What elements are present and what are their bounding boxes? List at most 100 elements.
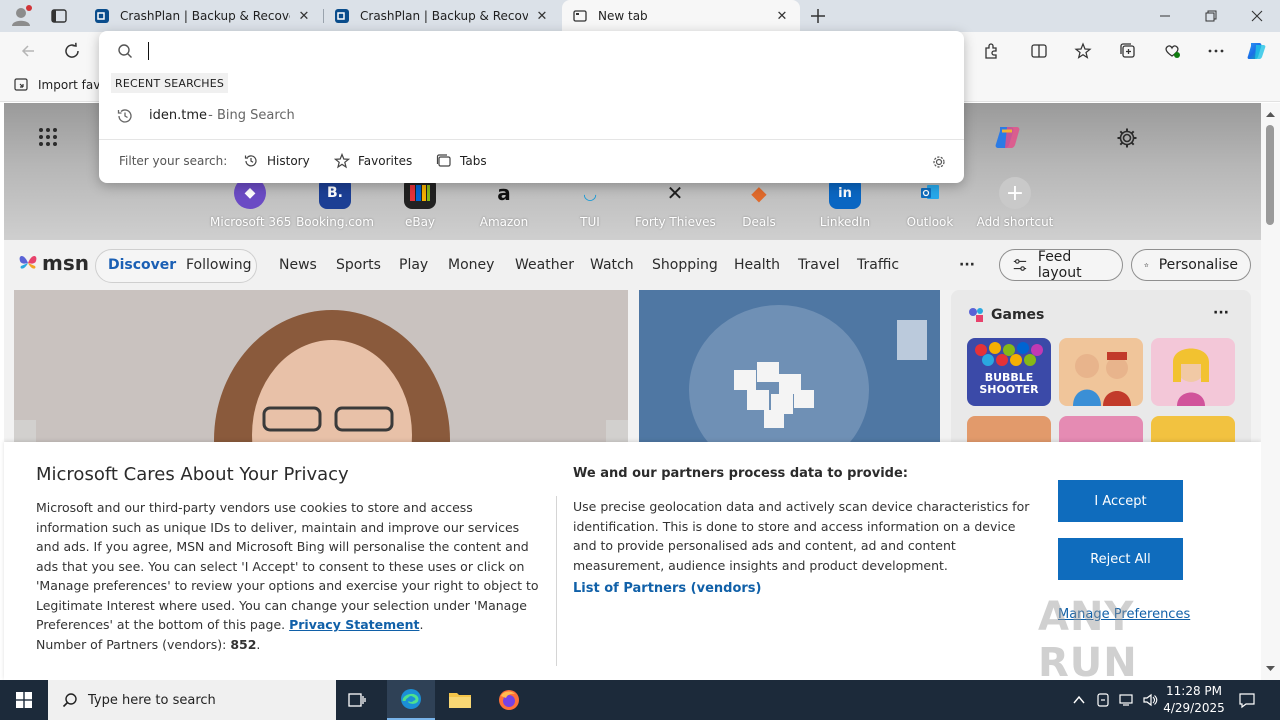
- address-input[interactable]: [147, 39, 927, 63]
- shortcut-microsoft-365[interactable]: ◆ Microsoft 365: [210, 177, 291, 229]
- tray-overflow-chevron-icon[interactable]: [1072, 693, 1086, 707]
- shortcut-tui[interactable]: ◡ TUI: [550, 177, 630, 230]
- tab-strip: CrashPlan | Backup & Recovery S ✕ CrashP…: [0, 0, 1280, 32]
- shortcut-booking[interactable]: B. Booking.com: [295, 177, 375, 229]
- collections-icon[interactable]: [1114, 37, 1142, 65]
- settings-more-icon[interactable]: [1202, 37, 1230, 65]
- nav-travel[interactable]: Travel: [798, 257, 840, 273]
- profile-avatar[interactable]: [8, 4, 34, 28]
- filter-label: Filter your search:: [119, 154, 228, 168]
- copilot-icon[interactable]: [1243, 37, 1271, 65]
- search-settings-gear-icon[interactable]: [931, 154, 947, 170]
- tab-discover[interactable]: Discover: [108, 257, 176, 273]
- accept-button[interactable]: I Accept: [1058, 480, 1183, 522]
- nav-traffic[interactable]: Traffic: [857, 257, 899, 273]
- tab-new-tab[interactable]: New tab ✕: [562, 0, 800, 32]
- filter-favorites[interactable]: Favorites: [334, 153, 412, 169]
- scroll-down-arrow-icon[interactable]: [1261, 660, 1280, 676]
- start-button[interactable]: [0, 680, 48, 720]
- restore-button[interactable]: [1188, 0, 1234, 32]
- taskbar-search-box[interactable]: Type here to search: [48, 680, 336, 720]
- shortcut-label: Booking.com: [296, 215, 374, 229]
- tab-crashplan-1[interactable]: CrashPlan | Backup & Recovery S ✕: [84, 0, 322, 32]
- consent-divider: [556, 496, 557, 666]
- filter-history[interactable]: History: [243, 153, 310, 169]
- nav-shopping[interactable]: Shopping: [652, 257, 718, 273]
- import-icon: [14, 78, 28, 91]
- tab-title: CrashPlan | Backup & Recovery S: [360, 9, 528, 23]
- shortcut-outlook[interactable]: Outlook: [890, 177, 970, 229]
- consent-title: Microsoft Cares About Your Privacy: [36, 464, 349, 485]
- shortcut-amazon[interactable]: a Amazon: [464, 177, 544, 229]
- privacy-statement-link[interactable]: Privacy Statement: [289, 617, 419, 632]
- new-tab-button[interactable]: [808, 6, 828, 26]
- games-more-button[interactable]: ···: [1213, 305, 1229, 321]
- second-story-card[interactable]: [639, 290, 940, 450]
- purpose-body: Use precise geolocation data and activel…: [573, 499, 1030, 573]
- feed-layout-button[interactable]: Feed layout: [999, 249, 1123, 281]
- scrollbar-thumb[interactable]: [1266, 125, 1274, 225]
- shortcut-forty-thieves[interactable]: ✕ Forty Thieves: [635, 177, 716, 229]
- history-icon: [244, 155, 257, 167]
- clock-time[interactable]: 11:28 PM: [1149, 684, 1239, 698]
- tab-crashplan-2[interactable]: CrashPlan | Backup & Recovery S ✕: [324, 0, 560, 32]
- personalise-button[interactable]: Personalise: [1131, 249, 1251, 281]
- browser-essentials-icon[interactable]: [1158, 37, 1186, 65]
- tray-device-icon[interactable]: [1095, 692, 1111, 708]
- search-icon: [118, 44, 132, 58]
- clock-date[interactable]: 4/29/2025: [1149, 701, 1239, 715]
- recent-search-source: - Bing Search: [204, 108, 295, 123]
- page-copilot-icon[interactable]: [992, 121, 1024, 153]
- filter-tabs[interactable]: Tabs: [436, 153, 487, 169]
- msn-logo[interactable]: msn: [16, 251, 89, 275]
- taskbar-file-explorer-button[interactable]: [436, 680, 484, 720]
- task-view-button[interactable]: [345, 690, 373, 710]
- apps-launcher-icon[interactable]: [38, 127, 58, 147]
- tab-actions-icon[interactable]: [50, 8, 68, 24]
- back-button[interactable]: [14, 37, 42, 65]
- extensions-icon[interactable]: [977, 37, 1005, 65]
- game-bubble-shooter[interactable]: BUBBLE SHOOTER: [967, 338, 1051, 406]
- shortcut-deals[interactable]: ◆ Deals: [719, 177, 799, 229]
- game-hotel-tile[interactable]: [1059, 338, 1143, 406]
- nav-more-button[interactable]: ···: [959, 257, 975, 273]
- taskbar-search-icon: [62, 693, 77, 708]
- nav-money[interactable]: Money: [448, 257, 494, 273]
- recent-search-item[interactable]: iden.tme - Bing Search: [99, 101, 964, 131]
- refresh-button[interactable]: [58, 37, 86, 65]
- nav-watch[interactable]: Watch: [590, 257, 634, 273]
- nav-play[interactable]: Play: [399, 257, 428, 273]
- import-favorites-button[interactable]: Import favo: [14, 77, 108, 93]
- tab-close-icon[interactable]: ✕: [774, 9, 790, 24]
- scroll-up-arrow-icon[interactable]: [1261, 107, 1280, 123]
- taskbar-firefox-button[interactable]: [485, 680, 533, 720]
- notifications-icon[interactable]: [1238, 691, 1256, 709]
- nav-news[interactable]: News: [279, 257, 317, 273]
- shortcut-add[interactable]: + Add shortcut: [975, 177, 1055, 229]
- reject-all-button[interactable]: Reject All: [1058, 538, 1183, 580]
- shortcut-label: Forty Thieves: [635, 215, 716, 229]
- tab-following[interactable]: Following: [186, 257, 252, 273]
- network-icon[interactable]: [1118, 692, 1134, 708]
- tab-close-icon[interactable]: ✕: [534, 9, 550, 24]
- consent-body-text: Microsoft and our third-party vendors us…: [36, 500, 539, 632]
- shortcut-label: TUI: [580, 215, 600, 229]
- nav-health[interactable]: Health: [734, 257, 780, 273]
- taskbar-edge-button[interactable]: [387, 680, 435, 720]
- shortcut-linkedin[interactable]: in LinkedIn: [805, 177, 885, 229]
- tab-close-icon[interactable]: ✕: [296, 9, 312, 24]
- shortcut-ebay[interactable]: eBay: [380, 177, 460, 229]
- split-screen-icon[interactable]: [1025, 37, 1053, 65]
- game-dressup-tile[interactable]: [1151, 338, 1235, 406]
- favorites-star-icon[interactable]: [1069, 37, 1097, 65]
- minimize-button[interactable]: [1142, 0, 1188, 32]
- top-story-card[interactable]: [14, 290, 628, 450]
- close-window-button[interactable]: [1234, 0, 1280, 32]
- nav-weather[interactable]: Weather: [515, 257, 574, 273]
- nav-sports[interactable]: Sports: [336, 257, 381, 273]
- page-scrollbar[interactable]: [1261, 103, 1280, 680]
- plus-icon: +: [999, 177, 1031, 209]
- purpose-title: We and our partners process data to prov…: [573, 466, 908, 481]
- page-settings-gear-icon[interactable]: [1116, 127, 1138, 149]
- list-of-partners-link[interactable]: List of Partners (vendors): [573, 581, 761, 596]
